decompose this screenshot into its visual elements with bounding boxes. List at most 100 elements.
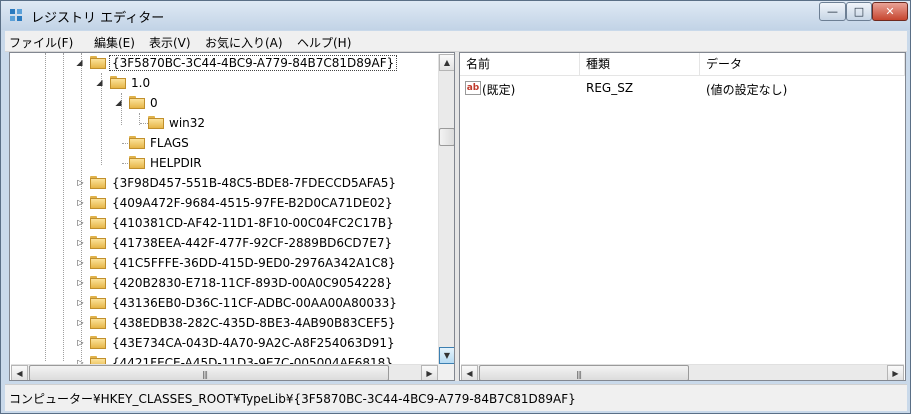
tree-item[interactable]: ▷ {438EDB38-282C-435D-8BE3-4AB90B83CEF5} (10, 313, 438, 333)
menu-view[interactable]: 表示(V) (149, 34, 191, 51)
arrow-up-icon: ▲ (443, 58, 451, 67)
arrow-left-icon: ◀ (466, 368, 473, 378)
tree-item-label: {3F5870BC-3C44-4BC9-A779-84B7C81D89AF} (109, 55, 398, 71)
tree-item[interactable]: ▷ {41738EEA-442F-477F-92CF-2889BD6CD7E7} (10, 233, 438, 253)
grip-icon: ||| (202, 370, 208, 379)
expand-icon[interactable]: ▷ (76, 278, 85, 287)
folder-icon (90, 296, 106, 309)
column-header-name[interactable]: 名前 (460, 53, 580, 75)
tree-item[interactable]: ▷ {410381CD-AF42-11D1-8F10-00C04FC2C17B} (10, 213, 438, 233)
tree-item-label: {3F98D457-551B-48C5-BDE8-7FDECCD5AFA5} (112, 176, 397, 190)
tree-item[interactable]: ▷ {41C5FFFE-36DD-415D-9ED0-2976A342A1C8} (10, 253, 438, 273)
tree-horizontal-scrollbar[interactable]: ◀ ||| ▶ (11, 364, 438, 380)
collapse-icon[interactable]: ◢ (95, 78, 104, 87)
tree-item[interactable]: ▷ {409A472F-9684-4515-97FE-B2D0CA71DE02} (10, 193, 438, 213)
tree-guide-line (140, 123, 148, 124)
tree-item[interactable]: HELPDIR (10, 153, 438, 173)
expand-icon[interactable]: ▷ (76, 318, 85, 327)
menu-edit[interactable]: 編集(E) (94, 34, 135, 51)
menu-file[interactable]: ファイル(F) (9, 34, 73, 51)
scroll-up-button[interactable]: ▲ (439, 54, 454, 71)
tree-item[interactable]: ▷ {3F98D457-551B-48C5-BDE8-7FDECCD5AFA5} (10, 173, 438, 193)
scroll-right-button[interactable]: ▶ (887, 365, 904, 380)
value-name: (既定) (482, 83, 516, 97)
expand-icon[interactable]: ▷ (76, 198, 85, 207)
expand-icon[interactable]: ▷ (76, 238, 85, 247)
folder-icon (90, 256, 106, 269)
tree-item-label: {41C5FFFE-36DD-415D-9ED0-2976A342A1C8} (112, 256, 396, 270)
tree-vertical-scrollbar[interactable]: ▲ ▼ (438, 54, 454, 364)
expand-icon[interactable]: ▷ (76, 218, 85, 227)
key-tree-pane[interactable]: ◢ {3F5870BC-3C44-4BC9-A779-84B7C81D89AF}… (9, 52, 455, 381)
tree-item-label: {43E734CA-043D-4A70-9A2C-A8F254063D91} (112, 336, 395, 350)
scroll-left-button[interactable]: ◀ (461, 365, 478, 380)
arrow-right-icon: ▶ (426, 368, 433, 378)
tree-item[interactable]: FLAGS (10, 133, 438, 153)
maximize-button[interactable]: □ (846, 2, 872, 21)
folder-icon (90, 216, 106, 229)
registry-editor-window: レジストリ エディター — □ ✕ ファイル(F) 編集(E) 表示(V) お気… (0, 0, 911, 414)
tree-item-label: FLAGS (150, 136, 189, 150)
minimize-icon: — (827, 5, 838, 18)
scroll-right-button[interactable]: ▶ (421, 365, 438, 380)
tree-item[interactable]: ▷ {43E734CA-043D-4A70-9A2C-A8F254063D91} (10, 333, 438, 353)
tree-item-label: {41738EEA-442F-477F-92CF-2889BD6CD7E7} (112, 236, 393, 250)
scrollbar-corner (438, 364, 454, 380)
expand-icon[interactable]: ▷ (76, 338, 85, 347)
tree-item-label: win32 (169, 116, 206, 130)
values-horizontal-scrollbar[interactable]: ◀ ||| ▶ (461, 364, 904, 380)
folder-icon (90, 236, 106, 249)
folder-icon (90, 196, 106, 209)
list-header: 名前 種類 データ (460, 53, 905, 76)
folder-icon (110, 76, 126, 89)
grip-icon: ||| (576, 370, 582, 379)
menu-bar: ファイル(F) 編集(E) 表示(V) お気に入り(A) ヘルプ(H) (5, 31, 907, 52)
tree-item-selected[interactable]: ◢ {3F5870BC-3C44-4BC9-A779-84B7C81D89AF} (10, 53, 438, 73)
tree-item-label: {438EDB38-282C-435D-8BE3-4AB90B83CEF5} (112, 316, 396, 330)
title-bar[interactable]: レジストリ エディター — □ ✕ (1, 1, 910, 30)
tree-item[interactable]: win32 (10, 113, 438, 133)
expand-icon[interactable]: ▷ (76, 178, 85, 187)
folder-icon (90, 276, 106, 289)
folder-icon (129, 136, 145, 149)
collapse-icon[interactable]: ◢ (75, 58, 84, 67)
close-button[interactable]: ✕ (872, 2, 908, 21)
list-item[interactable]: ab (既定) REG_SZ (値の設定なし) (460, 79, 905, 99)
menu-favorites[interactable]: お気に入り(A) (205, 34, 283, 51)
scroll-thumb[interactable]: ||| (29, 365, 389, 380)
tree-item-label: {420B2830-E718-11CF-893D-00A0C9054228} (112, 276, 393, 290)
scroll-down-button[interactable]: ▼ (439, 347, 454, 364)
expand-icon[interactable]: ▷ (76, 298, 85, 307)
tree-item-label: HELPDIR (150, 156, 202, 170)
column-header-data[interactable]: データ (700, 53, 905, 75)
arrow-down-icon: ▼ (443, 351, 451, 360)
registry-editor-icon (10, 9, 22, 21)
window-title: レジストリ エディター (31, 11, 165, 26)
string-value-icon: ab (465, 81, 481, 95)
minimize-button[interactable]: — (819, 2, 846, 21)
tree-item[interactable]: ◢ 1.0 (10, 73, 438, 93)
close-icon: ✕ (885, 5, 895, 18)
menu-help[interactable]: ヘルプ(H) (297, 34, 351, 51)
folder-icon (90, 316, 106, 329)
folder-icon (90, 336, 106, 349)
status-path: コンピューター¥HKEY_CLASSES_ROOT¥TypeLib¥{3F587… (9, 392, 576, 406)
scroll-thumb[interactable]: ||| (479, 365, 689, 380)
scroll-left-button[interactable]: ◀ (11, 365, 28, 380)
tree-item-label: {43136EB0-D36C-11CF-ADBC-00AA00A80033} (112, 296, 397, 310)
tree-item-label: {409A472F-9684-4515-97FE-B2D0CA71DE02} (112, 196, 393, 210)
value-data: (値の設定なし) (706, 83, 788, 97)
tree-item[interactable]: ▷ {43136EB0-D36C-11CF-ADBC-00AA00A80033} (10, 293, 438, 313)
status-bar: コンピューター¥HKEY_CLASSES_ROOT¥TypeLib¥{3F587… (5, 384, 907, 411)
value-type: REG_SZ (586, 81, 634, 95)
scroll-thumb[interactable] (439, 128, 454, 146)
column-header-type[interactable]: 種類 (580, 53, 700, 75)
values-pane[interactable]: 名前 種類 データ ab (既定) REG_SZ (値の設定なし) ◀ ||| … (459, 52, 906, 381)
expand-icon[interactable]: ▷ (76, 258, 85, 267)
tree-item-label: 0 (150, 96, 158, 110)
tree-item[interactable]: ▷ {420B2830-E718-11CF-893D-00A0C9054228} (10, 273, 438, 293)
folder-icon (90, 176, 106, 189)
tree-item[interactable]: ◢ 0 (10, 93, 438, 113)
tree-item-label: 1.0 (131, 76, 151, 90)
collapse-icon[interactable]: ◢ (114, 98, 123, 107)
